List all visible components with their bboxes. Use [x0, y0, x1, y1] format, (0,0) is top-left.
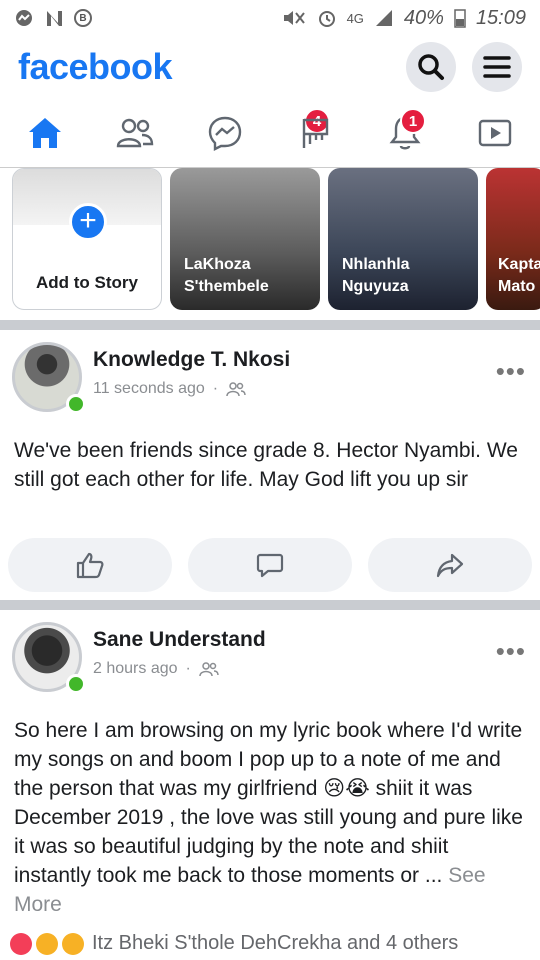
- comment-icon: [256, 553, 284, 578]
- post-text: So here I am browsing on my lyric book w…: [14, 719, 523, 916]
- tab-friends[interactable]: [90, 98, 180, 167]
- app-header: facebook: [0, 36, 540, 98]
- alarm-icon: [318, 11, 335, 27]
- post-timestamp[interactable]: 11 seconds ago: [93, 380, 205, 398]
- story-card[interactable]: Nhlanhla Nguyuza: [328, 168, 478, 310]
- more-options-icon[interactable]: •••: [496, 636, 526, 667]
- tab-pages[interactable]: [270, 98, 360, 167]
- stories-tray: + Add to Story LaKhoza S'thembele Nhlanhl…: [0, 168, 540, 320]
- battery-percent: 40%: [403, 6, 444, 29]
- online-status-dot: [66, 394, 86, 414]
- friends-audience-icon: [226, 382, 246, 397]
- friends-icon: [116, 118, 154, 147]
- search-button[interactable]: [406, 42, 456, 92]
- add-to-story-card[interactable]: + Add to Story: [12, 168, 162, 310]
- search-icon: [418, 54, 444, 80]
- feed-post: Knowledge T. Nkosi 11 seconds ago · ••• …: [0, 330, 540, 600]
- n-notification-icon: [47, 11, 62, 26]
- love-reaction-icon: [10, 932, 32, 955]
- post-author[interactable]: Knowledge T. Nkosi: [93, 348, 290, 372]
- wow-reaction-icon: [36, 932, 58, 955]
- story-owner-name: Kapta Mato: [498, 256, 540, 295]
- online-status-dot: [66, 674, 86, 694]
- facebook-logo[interactable]: facebook: [18, 46, 173, 88]
- network-type: 4G: [346, 10, 364, 26]
- sad-reaction-icon: [62, 932, 84, 955]
- tab-notifications[interactable]: 1: [360, 98, 450, 167]
- post-text: We've been friends since grade 8. Hector…: [14, 439, 518, 491]
- hamburger-menu-icon: [483, 56, 511, 78]
- story-card[interactable]: LaKhoza S'thembele: [170, 168, 320, 310]
- messenger-icon: [208, 116, 242, 151]
- like-button[interactable]: [8, 538, 172, 592]
- share-button[interactable]: [368, 538, 532, 592]
- tab-watch[interactable]: [450, 98, 540, 167]
- mute-icon: [283, 11, 305, 25]
- feed-post: Sane Understand 2 hours ago · ••• So her…: [0, 610, 540, 960]
- notifications-badge: 1: [400, 108, 426, 134]
- battery-icon: [454, 9, 466, 28]
- story-owner-name: Nhlanhla Nguyuza: [342, 256, 410, 295]
- menu-button[interactable]: [472, 42, 522, 92]
- more-options-icon[interactable]: •••: [496, 356, 526, 387]
- add-to-story-label: Add to Story: [36, 273, 138, 292]
- share-icon: [436, 553, 464, 578]
- friends-audience-icon: [199, 662, 219, 677]
- post-author[interactable]: Sane Understand: [93, 628, 266, 652]
- reactions-summary[interactable]: Itz Bheki S'thole DehCrekha and 4 others: [10, 932, 458, 955]
- status-bar: B 4G 40% 15:09: [0, 0, 540, 36]
- story-owner-name: LaKhoza S'thembele: [184, 256, 269, 295]
- tab-home[interactable]: [0, 98, 90, 167]
- b-notification-icon: B: [74, 9, 92, 27]
- flag-icon: [302, 118, 329, 148]
- thumbs-up-icon: [76, 552, 104, 579]
- signal-icon: [375, 10, 392, 26]
- tab-messenger[interactable]: 4: [180, 98, 330, 167]
- comment-button[interactable]: [188, 538, 352, 592]
- add-story-plus-icon: +: [69, 203, 107, 241]
- reactions-text: Itz Bheki S'thole DehCrekha and 4 others: [92, 932, 459, 954]
- video-icon: [478, 119, 512, 146]
- main-nav: 4 1: [0, 98, 540, 168]
- story-card[interactable]: Kapta Mato: [486, 168, 540, 310]
- messenger-notification-icon: [16, 10, 32, 26]
- clock: 15:09: [475, 6, 526, 29]
- section-divider: [0, 320, 540, 330]
- home-icon: [29, 117, 61, 148]
- section-divider: [0, 600, 540, 610]
- post-timestamp[interactable]: 2 hours ago: [93, 660, 178, 678]
